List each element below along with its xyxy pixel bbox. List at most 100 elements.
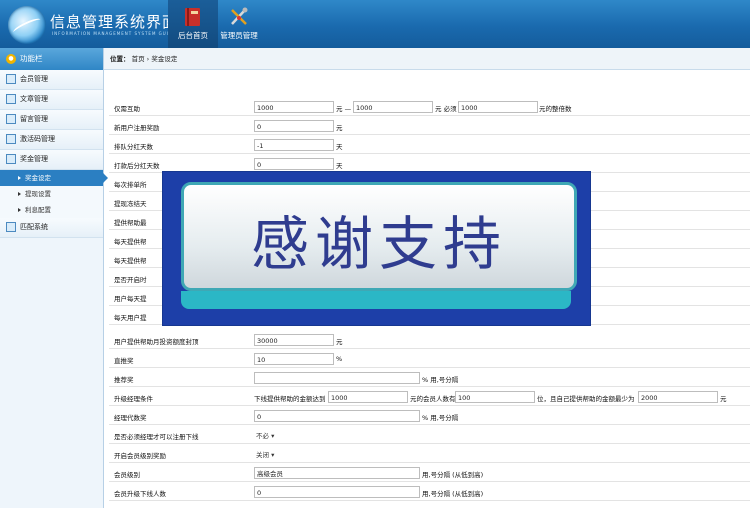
form-row: 新用户注册奖励 0 元 [109, 118, 750, 135]
list-icon [6, 74, 16, 84]
form-row: 打款后分红天数 0 天 [109, 156, 750, 173]
form-row: 经理代数奖 0 % 用,号分隔 [109, 408, 750, 425]
self-amount-input[interactable]: 2000 [638, 391, 718, 403]
unit-text: 天 [336, 143, 343, 151]
unit-text: 天 [336, 162, 343, 170]
unit-text: 元的整倍数 [539, 105, 572, 113]
unit-text: 用,号分隔 (从低到高) [422, 490, 484, 498]
form-row: 直推奖 10 % [109, 351, 750, 368]
book-icon [185, 8, 200, 26]
sidebar-item-label: 奖金管理 [20, 155, 48, 163]
breadcrumb-separator: › [146, 55, 150, 63]
sidebar-item-label: 文章管理 [20, 95, 48, 103]
min-amount-input[interactable]: 1000 [254, 101, 334, 113]
field-label: 用户每天提 [114, 295, 147, 303]
field-label: 用户提供帮助月投资额度封顶 [114, 338, 199, 346]
field-label: 提供帮助最 [114, 219, 147, 227]
downline-amount-input[interactable]: 1000 [328, 391, 408, 403]
field-label: 会员级别 [114, 471, 140, 479]
member-count-input[interactable]: 100 [455, 391, 535, 403]
tab-home[interactable]: 后台首页 [168, 0, 218, 48]
field-label: 开启会员级别奖励 [114, 452, 166, 460]
unit-text: 元 必须 [435, 105, 457, 113]
referral-reward-input[interactable] [254, 372, 420, 384]
chevron-down-icon: ▾ [271, 451, 275, 459]
banner-bar [181, 291, 571, 309]
field-label: 是否开启时 [114, 276, 147, 284]
sidebar-item-bonus[interactable]: 奖金管理 [0, 150, 103, 170]
field-label: 每天提供帮 [114, 257, 147, 265]
edit-icon [6, 94, 16, 104]
form-row: 升级经理条件 下线提供帮助的金额达到 1000 元的会员人数有 100 位，且自… [109, 389, 750, 406]
sidebar-subitem-withdraw-settings[interactable]: 提现设置 [0, 186, 103, 202]
tab-home-label: 后台首页 [178, 31, 208, 40]
upgrade-downline-input[interactable]: 0 [254, 486, 420, 498]
unit-text: 位，且自己提供帮助的金额最少为 [537, 395, 635, 403]
form-row: 会员升级下线人数 0 用,号分隔 (从低到高) [109, 484, 750, 501]
multiple-input[interactable]: 1000 [458, 101, 538, 113]
unit-text: % 用,号分隔 [422, 376, 459, 384]
unit-text: 用,号分隔 (从低到高) [422, 471, 484, 479]
sidebar-item-article[interactable]: 文章管理 [0, 90, 103, 110]
form-row: 推荐奖 % 用,号分隔 [109, 370, 750, 387]
field-label: 打款后分红天数 [114, 162, 160, 170]
sidebar-item-message[interactable]: 留言管理 [0, 110, 103, 130]
unit-text: % 用,号分隔 [422, 414, 459, 422]
unit-text: 元 [336, 338, 343, 346]
form-row: 用户提供帮助月投资额度封顶 30000 元 [109, 332, 750, 349]
thanks-text: 感谢支持 [250, 210, 507, 278]
field-label: 提现冻结天 [114, 200, 147, 208]
unit-text: 元 — [336, 105, 352, 113]
triangle-icon [18, 192, 21, 196]
top-header: 信息管理系统界面 INFORMATION MANAGEMENT SYSTEM G… [0, 0, 750, 48]
field-label: 仅需互助 [114, 105, 140, 113]
breadcrumb: 位置： 首页 › 奖金设定 [104, 48, 750, 70]
field-label: 新用户注册奖励 [114, 124, 160, 132]
tab-admin[interactable]: 管理员管理 [214, 0, 264, 48]
unit-text: % [336, 355, 343, 363]
sidebar-item-label: 留言管理 [20, 115, 48, 123]
monthly-cap-input[interactable]: 30000 [254, 334, 334, 346]
form-row: 仅需互助 1000 元 — 1000 元 必须 1000 元的整倍数 [109, 99, 750, 116]
field-label: 每次排单所 [114, 181, 147, 189]
tab-admin-label: 管理员管理 [220, 31, 258, 40]
field-label: 经理代数奖 [114, 414, 147, 422]
message-icon [6, 114, 16, 124]
member-level-input[interactable]: 高级会员 [254, 467, 420, 479]
field-label: 排队分红天数 [114, 143, 153, 151]
select-value: 不必 [256, 432, 269, 440]
form-row: 是否必须经理才可以注册下线 不必 ▾ [109, 427, 750, 444]
unit-text: 元的会员人数有 [410, 395, 456, 403]
form-row: 会员级别 高级会员 用,号分隔 (从低到高) [109, 465, 750, 482]
manager-generation-input[interactable]: 0 [254, 410, 420, 422]
level-reward-select[interactable]: 关闭 ▾ [256, 449, 274, 459]
sidebar-heading-label: 功能栏 [20, 54, 43, 63]
sidebar: ● 功能栏 会员管理 文章管理 留言管理 激活码管理 奖金管理 奖金设定 提现设置… [0, 48, 108, 508]
sidebar-item-activation-code[interactable]: 激活码管理 [0, 130, 103, 150]
sidebar-subitem-label: 提现设置 [25, 190, 51, 198]
max-amount-input[interactable]: 1000 [353, 101, 433, 113]
function-icon: ● [6, 54, 16, 64]
bonus-icon [6, 154, 16, 164]
breadcrumb-current: 奖金设定 [151, 55, 178, 63]
field-label: 推荐奖 [114, 376, 134, 384]
field-label: 是否必须经理才可以注册下线 [114, 433, 199, 441]
sidebar-subitem-label: 奖金设定 [25, 174, 51, 182]
payout-days-input[interactable]: 0 [254, 158, 334, 170]
sidebar-item-member[interactable]: 会员管理 [0, 70, 103, 90]
select-value: 关闭 [256, 451, 269, 459]
unit-text: 元 [336, 124, 343, 132]
sidebar-heading: ● 功能栏 [0, 48, 103, 70]
sidebar-subitem-interest-config[interactable]: 利息配置 [0, 202, 103, 218]
field-label: 直推奖 [114, 357, 134, 365]
manager-required-select[interactable]: 不必 ▾ [256, 430, 274, 440]
sidebar-item-matching[interactable]: 匹配系统 [0, 218, 103, 238]
sidebar-subitem-bonus-settings[interactable]: 奖金设定 [0, 170, 108, 186]
sidebar-subitem-label: 利息配置 [25, 206, 51, 214]
register-reward-input[interactable]: 0 [254, 120, 334, 132]
breadcrumb-home[interactable]: 首页 [132, 55, 145, 63]
queue-days-input[interactable]: -1 [254, 139, 334, 151]
direct-reward-input[interactable]: 10 [254, 353, 334, 365]
field-label: 每天提供帮 [114, 238, 147, 246]
field-label: 升级经理条件 [114, 395, 153, 403]
